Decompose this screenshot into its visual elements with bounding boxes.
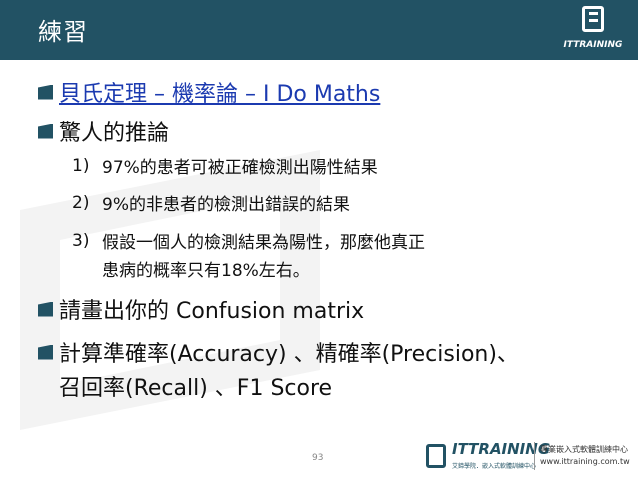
item-text: 97%的患者可被正確檢測出陽性結果 bbox=[102, 158, 378, 178]
item-text: 9%的非患者的檢測出錯誤的結果 bbox=[102, 195, 350, 215]
footer-brand-sub: 艾鍗學院．嵌入式軟體訓練中心 bbox=[452, 463, 537, 470]
bullet-icon bbox=[38, 123, 53, 139]
brand-logo: ITTRAINING bbox=[545, 0, 638, 60]
ittraining-logo-icon bbox=[582, 6, 604, 32]
item-number: 3) bbox=[72, 230, 90, 251]
inference-item-1: 1) 97%的患者可被正確檢測出陽性結果 bbox=[72, 153, 378, 179]
bullet-item-confusion: 請畫出你的 Confusion matrix bbox=[38, 293, 364, 325]
footer-divider bbox=[534, 442, 535, 470]
slide-header: 練習 ITTRAINING bbox=[0, 0, 638, 60]
bayes-link[interactable]: 貝氏定理 – 機率論 – I Do Maths bbox=[59, 76, 380, 108]
bullet-item-metrics-cont: 召回率(Recall) 、F1 Score bbox=[59, 370, 332, 402]
inference-item-2: 2) 9%的非患者的檢測出錯誤的結果 bbox=[72, 190, 350, 216]
logo-text: ITTRAINING bbox=[563, 40, 623, 50]
ittraining-logo-icon bbox=[426, 444, 446, 468]
item-number: 2) bbox=[72, 192, 90, 213]
page-number: 93 bbox=[312, 453, 324, 463]
inference-item-3-cont: 患病的概率只有18%左右。 bbox=[102, 256, 310, 281]
bullet-icon bbox=[38, 344, 53, 360]
item-text-cont: 患病的概率只有18%左右。 bbox=[102, 261, 310, 281]
bullet-item-metrics: 計算準確率(Accuracy) 、精確率(Precision)、 bbox=[38, 336, 519, 368]
inference-heading: 驚人的推論 bbox=[59, 121, 170, 146]
footer-brand: ITTRAINING bbox=[452, 440, 551, 458]
metrics-text-cont: 召回率(Recall) 、F1 Score bbox=[59, 376, 333, 401]
bullet-item-inference: 驚人的推論 bbox=[38, 115, 169, 147]
footer-url: www.ittraining.com.tw bbox=[540, 457, 630, 466]
metrics-text: 計算準確率(Accuracy) 、精確率(Precision)、 bbox=[59, 342, 519, 367]
footer-description: 專業嵌入式軟體訓練中心 bbox=[540, 445, 628, 454]
item-text: 假設一個人的檢測結果為陽性，那麼他真正 bbox=[102, 233, 425, 253]
bullet-item-bayes[interactable]: 貝氏定理 – 機率論 – I Do Maths bbox=[38, 76, 380, 108]
bullet-icon bbox=[38, 84, 53, 100]
inference-item-3: 3) 假設一個人的檢測結果為陽性，那麼他真正 bbox=[72, 228, 425, 254]
footer-logo: ITTRAINING 艾鍗學院．嵌入式軟體訓練中心 專業嵌入式軟體訓練中心 ww… bbox=[424, 440, 634, 472]
item-number: 1) bbox=[72, 155, 90, 176]
slide-title: 練習 bbox=[38, 18, 88, 46]
confusion-text: 請畫出你的 Confusion matrix bbox=[59, 299, 365, 324]
bullet-icon bbox=[38, 301, 53, 317]
